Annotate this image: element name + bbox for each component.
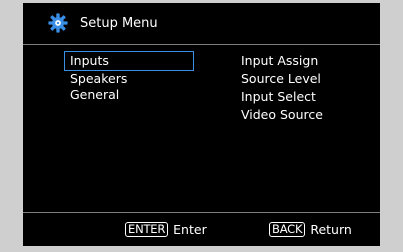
footer-divider xyxy=(23,212,380,213)
back-key-badge: BACK xyxy=(269,222,306,237)
header-divider xyxy=(23,44,380,45)
enter-hint-label: Enter xyxy=(173,222,207,237)
menu-item-general[interactable]: General xyxy=(64,87,194,103)
page-title: Setup Menu xyxy=(80,16,158,31)
menu-item-speakers[interactable]: Speakers xyxy=(64,71,194,87)
menu-item-label: Speakers xyxy=(70,71,128,86)
gear-icon xyxy=(48,13,68,33)
submenu-item-source-level[interactable]: Source Level xyxy=(241,70,323,88)
submenu-item-input-assign[interactable]: Input Assign xyxy=(241,52,323,70)
setup-screen: Setup Menu Inputs Speakers General Input… xyxy=(23,3,380,246)
footer-hints: ENTER Enter BACK Return xyxy=(23,215,380,243)
enter-hint: ENTER Enter xyxy=(125,222,207,237)
menu-item-label: Inputs xyxy=(70,53,109,68)
menu-item-label: General xyxy=(70,87,120,102)
submenu-item-video-source[interactable]: Video Source xyxy=(241,106,323,124)
back-hint-label: Return xyxy=(310,222,352,237)
menu-item-inputs[interactable]: Inputs xyxy=(64,51,194,71)
submenu-item-input-select[interactable]: Input Select xyxy=(241,88,323,106)
header: Setup Menu xyxy=(23,3,380,45)
setup-menu-list: Inputs Speakers General xyxy=(64,51,194,103)
enter-key-badge: ENTER xyxy=(125,222,169,237)
submenu-list: Input Assign Source Level Input Select V… xyxy=(241,52,323,124)
back-hint: BACK Return xyxy=(269,222,352,237)
